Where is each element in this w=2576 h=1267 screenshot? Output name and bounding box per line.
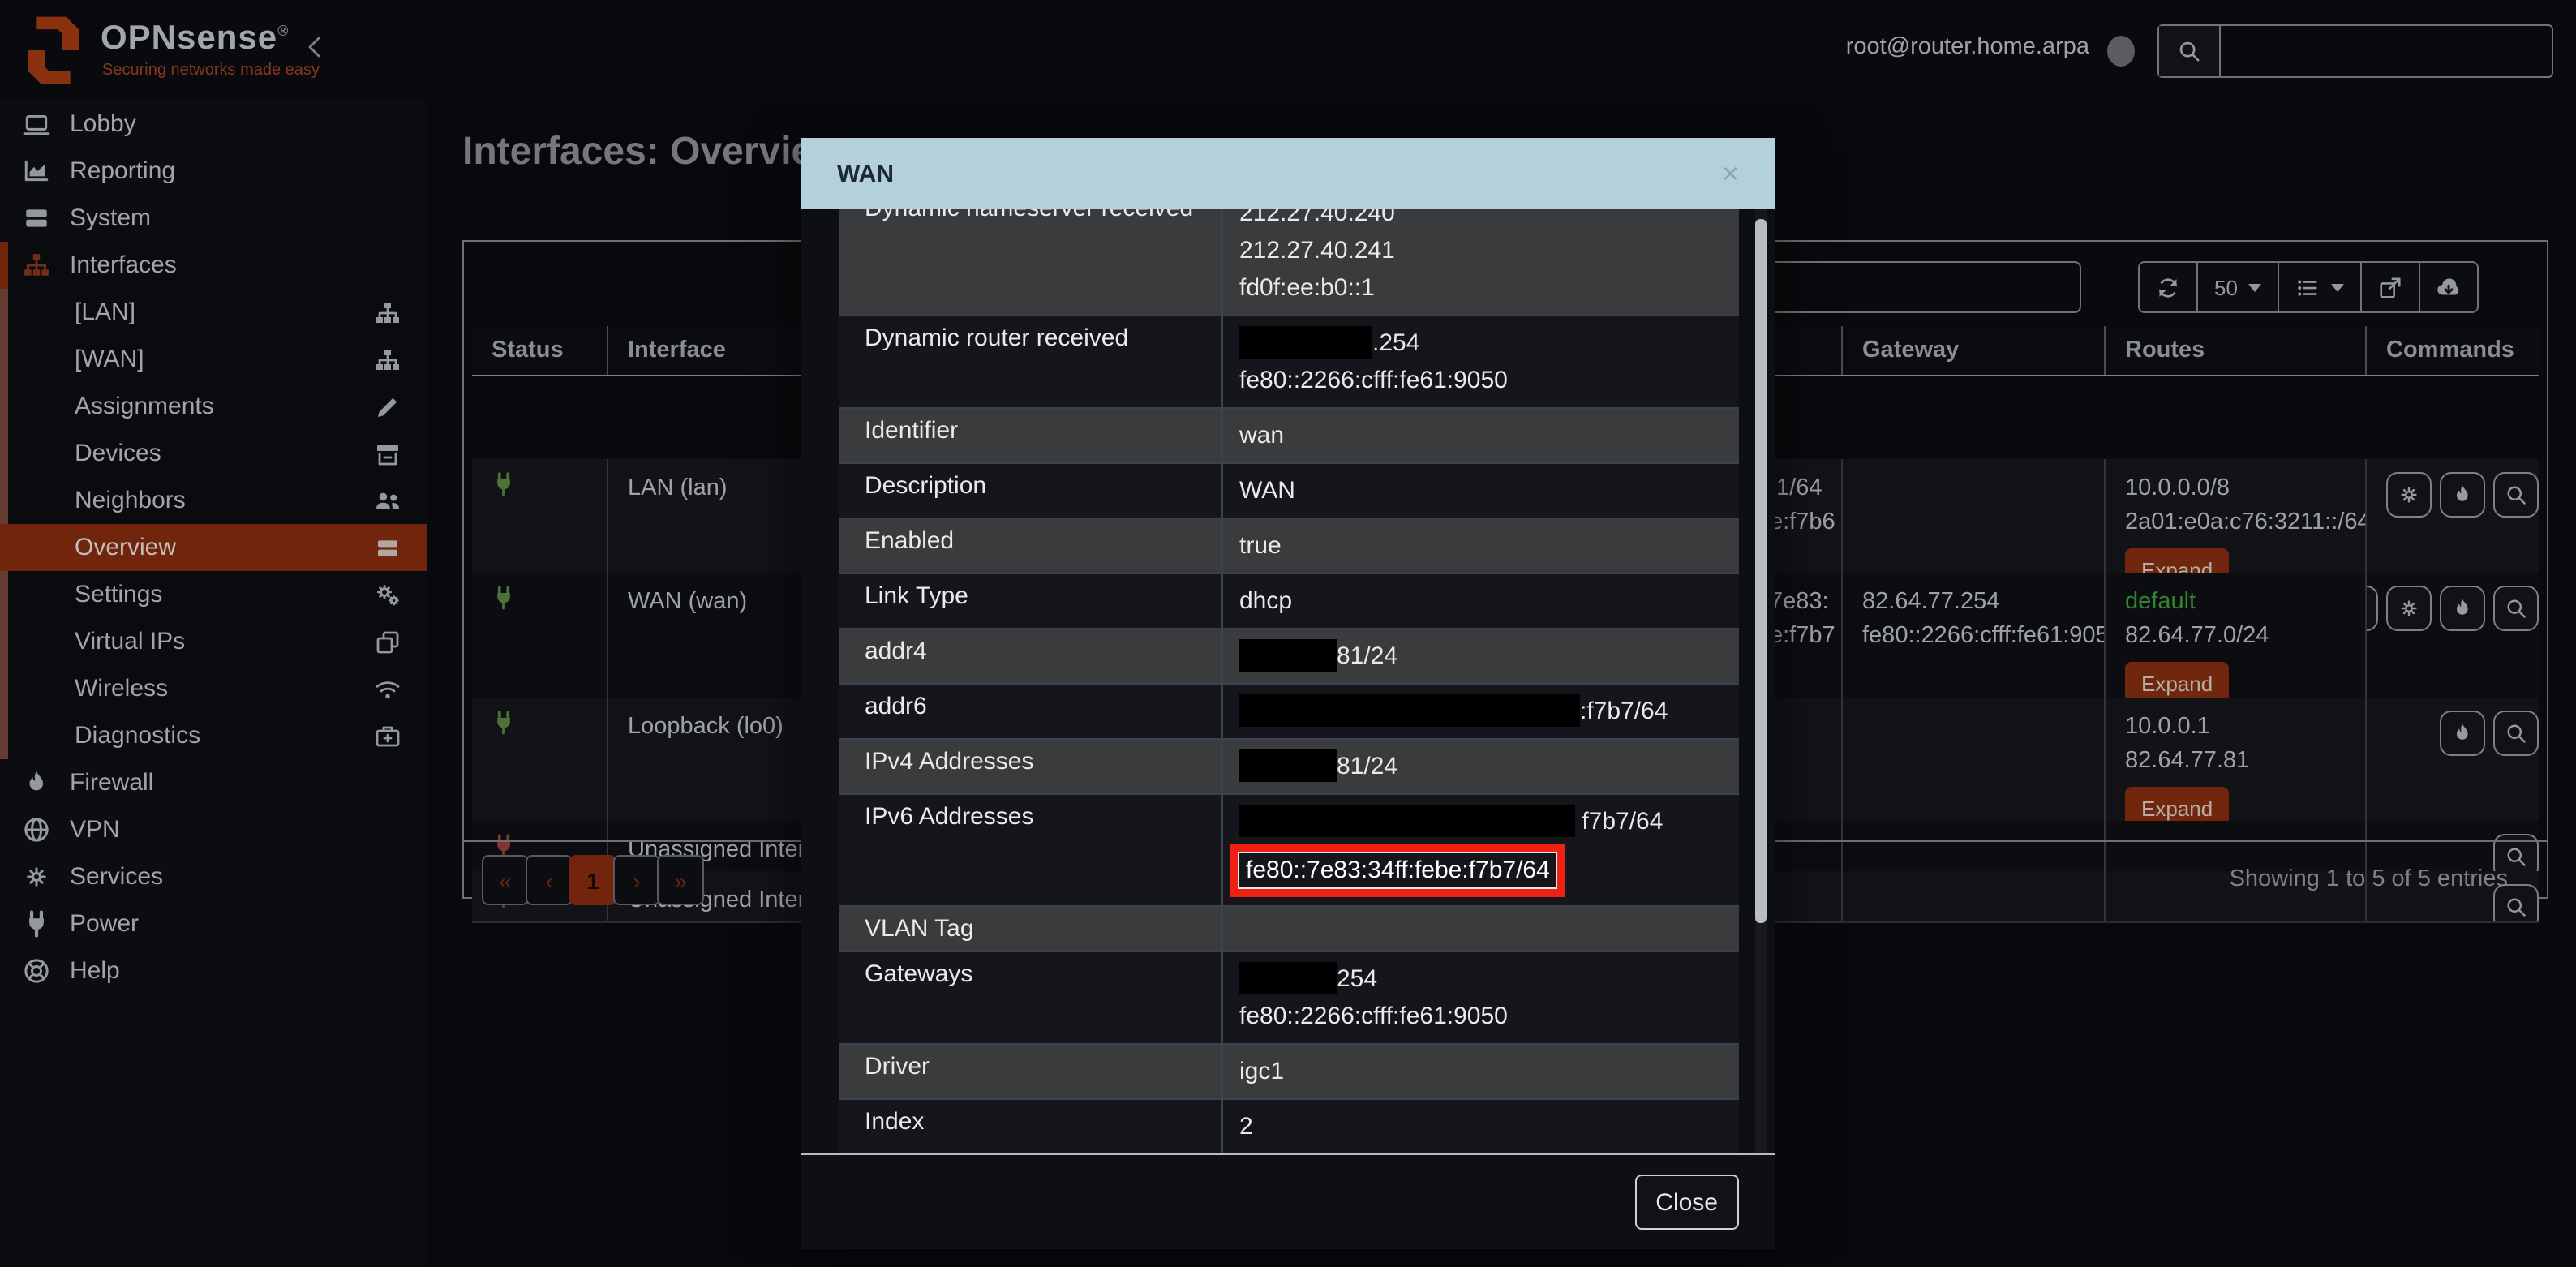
detail-value: 2 <box>1223 1100 1739 1153</box>
redacted-value <box>1239 326 1372 359</box>
detail-row: Gateways254fe80::2266:cfff:fe61:9050 <box>839 952 1739 1045</box>
redacted-value <box>1239 962 1337 994</box>
detail-value-text: WAN <box>1239 477 1295 505</box>
detail-value-text: wan <box>1239 422 1284 449</box>
highlighted-ipv6-address: fe80::7e83:34ff:febe:f7b7/64 <box>1238 852 1558 889</box>
detail-value: 81/24 <box>1223 629 1739 683</box>
detail-row: Driver igc1 <box>839 1045 1739 1100</box>
detail-value-text: 254 <box>1337 965 1377 993</box>
detail-value-text: dhcp <box>1239 587 1292 615</box>
detail-value: igc1 <box>1223 1045 1739 1098</box>
modal-body: Dynamic nameserver received212.27.40.240… <box>801 209 1775 1155</box>
detail-label: Dynamic router received <box>839 316 1223 407</box>
detail-row: addr6 :f7b7/64 <box>839 685 1739 740</box>
detail-label: addr6 <box>839 685 1223 738</box>
detail-label: IPv4 Addresses <box>839 740 1223 793</box>
redacted-value <box>1239 694 1580 727</box>
detail-label: Enabled <box>839 519 1223 573</box>
opnsense-app: OPNsense® Securing networks made easy ro… <box>0 0 2576 1267</box>
detail-row: VLAN Tag <box>839 907 1739 952</box>
interface-detail-table: Dynamic nameserver received212.27.40.240… <box>839 209 1739 1155</box>
detail-row: Identifier wan <box>839 409 1739 464</box>
detail-value: 254fe80::2266:cfff:fe61:9050 <box>1223 952 1739 1043</box>
detail-label: Description <box>839 464 1223 518</box>
detail-value: 81/24 <box>1223 740 1739 793</box>
detail-value-text: fd0f:ee:b0::1 <box>1239 274 1375 302</box>
detail-value-text: 2 <box>1239 1113 1253 1140</box>
detail-value-text: 81/24 <box>1337 642 1397 670</box>
detail-value-text: f7b7/64 <box>1575 808 1663 835</box>
detail-label: Identifier <box>839 409 1223 462</box>
detail-value-text: fe80::2266:cfff:fe61:9050 <box>1239 367 1508 394</box>
detail-value-text: .254 <box>1372 329 1419 357</box>
close-button[interactable]: Close <box>1634 1175 1739 1230</box>
detail-label: addr4 <box>839 629 1223 683</box>
detail-label: IPv6 Addresses <box>839 795 1223 905</box>
detail-row: Description WAN <box>839 464 1739 519</box>
wan-details-modal: WAN × Dynamic nameserver received212.27.… <box>801 138 1775 1249</box>
detail-row: addr4 81/24 <box>839 629 1739 685</box>
detail-value: WAN <box>1223 464 1739 518</box>
detail-value: 212.27.40.240212.27.40.241fd0f:ee:b0::1 <box>1223 209 1739 315</box>
detail-label: Gateways <box>839 952 1223 1043</box>
detail-row: IPv4 Addresses 81/24 <box>839 740 1739 795</box>
detail-label: Index <box>839 1100 1223 1153</box>
detail-value: :f7b7/64 <box>1223 685 1739 738</box>
modal-scrollbar[interactable] <box>1755 209 1767 1155</box>
detail-row: Link Type dhcp <box>839 574 1739 629</box>
detail-value: f7b7/64fe80::7e83:34ff:febe:f7b7/64 <box>1223 795 1739 905</box>
detail-value-text: true <box>1239 532 1282 560</box>
detail-label: VLAN Tag <box>839 907 1223 951</box>
detail-row: Dynamic router received.254fe80::2266:cf… <box>839 316 1739 409</box>
modal-header: WAN × <box>801 138 1775 209</box>
detail-row: Index 2 <box>839 1100 1739 1155</box>
modal-footer: Close <box>801 1153 1775 1249</box>
detail-label: Link Type <box>839 574 1223 628</box>
annotation-highlight-box: fe80::7e83:34ff:febe:f7b7/64 <box>1230 844 1566 897</box>
detail-value: wan <box>1223 409 1739 462</box>
redacted-value <box>1239 805 1575 837</box>
detail-row: Dynamic nameserver received212.27.40.240… <box>839 209 1739 316</box>
detail-value-text: :f7b7/64 <box>1580 698 1668 725</box>
redacted-value <box>1239 749 1337 782</box>
detail-row: Enabled true <box>839 519 1739 574</box>
detail-value-text: fe80::2266:cfff:fe61:9050 <box>1239 1003 1508 1030</box>
detail-value: .254fe80::2266:cfff:fe61:9050 <box>1223 316 1739 407</box>
detail-label: Dynamic nameserver received <box>839 209 1223 315</box>
redacted-value <box>1239 639 1337 672</box>
detail-value: dhcp <box>1223 574 1739 628</box>
modal-title: WAN <box>837 160 894 187</box>
detail-label: Driver <box>839 1045 1223 1098</box>
close-icon[interactable]: × <box>1722 157 1739 191</box>
detail-value: true <box>1223 519 1739 573</box>
detail-value-text: igc1 <box>1239 1058 1284 1085</box>
detail-value-text: 212.27.40.240 <box>1239 209 1395 227</box>
modal-scrollbar-thumb[interactable] <box>1755 219 1767 923</box>
detail-row: IPv6 Addresses f7b7/64fe80::7e83:34ff:fe… <box>839 795 1739 907</box>
detail-value <box>1223 907 1739 951</box>
detail-value-text: 81/24 <box>1337 753 1397 780</box>
detail-value-text: 212.27.40.241 <box>1239 237 1395 264</box>
